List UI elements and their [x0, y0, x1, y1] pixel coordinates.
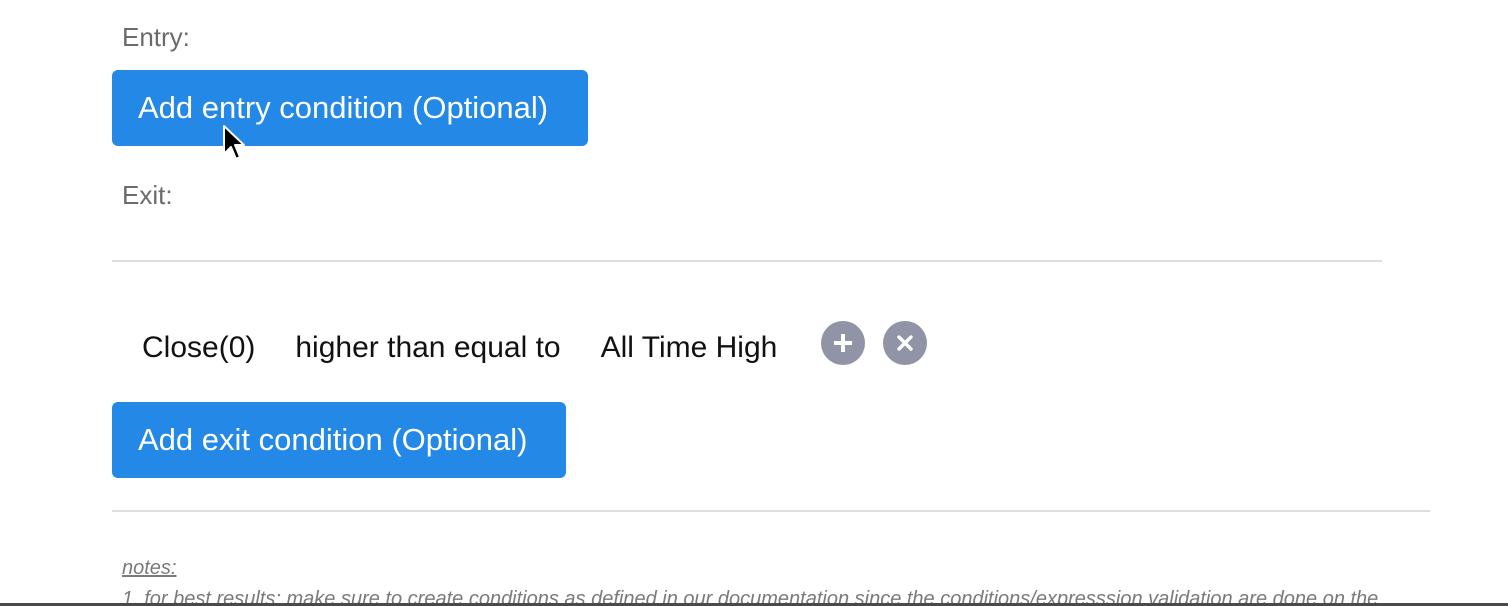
close-icon [897, 335, 914, 351]
plus-icon [834, 334, 853, 352]
notes-title: notes: [122, 557, 177, 579]
condition-right-operand[interactable]: All Time High [601, 331, 778, 365]
remove-condition-button[interactable] [883, 321, 928, 365]
divider [112, 260, 1382, 262]
add-entry-condition-button[interactable]: Add entry condition (Optional) [112, 70, 588, 146]
notes-section: notes: 1. for best results: make sure to… [122, 557, 1378, 606]
exit-condition-row: Close(0) higher than equal to All Time H… [142, 321, 928, 370]
condition-operator[interactable]: higher than equal to [295, 331, 560, 365]
condition-left-operand[interactable]: Close(0) [142, 331, 255, 365]
divider [112, 510, 1430, 512]
add-condition-button[interactable] [821, 321, 866, 365]
entry-label: Entry: [122, 22, 190, 52]
exit-label: Exit: [122, 180, 173, 210]
add-exit-condition-button[interactable]: Add exit condition (Optional) [112, 402, 566, 478]
strategy-conditions-panel: Entry: Add entry condition (Optional) Ex… [0, 0, 1508, 606]
